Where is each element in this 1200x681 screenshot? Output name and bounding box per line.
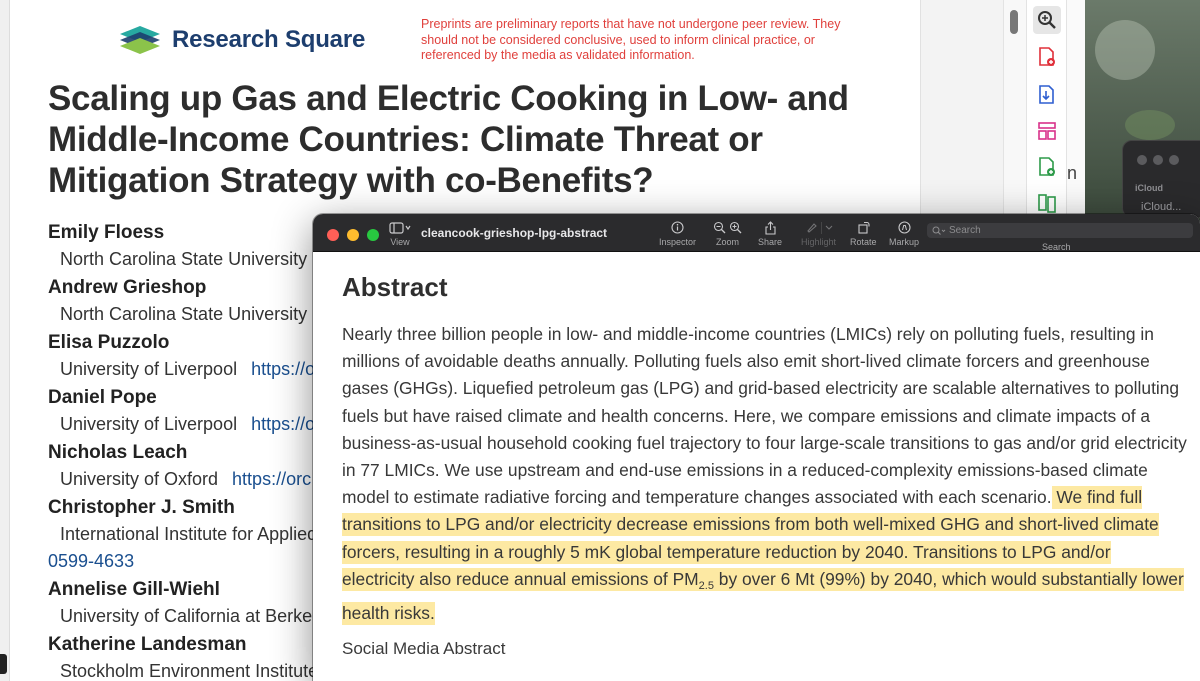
paper-title: Scaling up Gas and Electric Cooking in L… [48,79,849,200]
view-label: View [390,237,410,247]
search-label: Search [1042,242,1071,252]
organize-pages-tool[interactable] [1036,120,1058,142]
fullscreen-button[interactable] [367,229,379,241]
inspector-button[interactable]: Inspector [659,219,696,247]
author-affiliation-row: University of Oxford https://orc [60,469,311,490]
author-affiliation: University of Liverpool [60,414,238,434]
minimize-dot[interactable] [1153,155,1163,165]
minimize-button[interactable] [347,229,359,241]
search-input[interactable] [949,225,1179,236]
close-dot[interactable] [1137,155,1147,165]
author-affiliation: International Institute for Applied [60,524,318,544]
page-edge [0,0,10,681]
orcid-link[interactable]: https://o [251,414,315,434]
preview-window: View cleancook-grieshop-lpg-abstract Ins… [313,214,1200,681]
zoom-search-tool[interactable] [1033,6,1061,34]
compare-icon [1038,194,1056,213]
logo-text: Research Square [172,26,366,53]
zoom-label: Zoom [715,237,739,247]
share-icon [764,220,776,235]
traffic-lights [327,229,379,241]
author-affiliation: North Carolina State University [60,249,308,269]
zoom-dot[interactable] [1169,155,1179,165]
icloud-window[interactable]: iCloud iCloud... [1122,140,1200,218]
highlight-label: Highlight [801,237,837,247]
search-field[interactable] [927,223,1193,238]
icloud-item[interactable]: iCloud... [1141,201,1181,213]
highlight-button[interactable]: Highlight [801,219,836,247]
compare-tool[interactable] [1036,192,1058,214]
orcid-link[interactable]: 0599-4633 [48,551,134,572]
inspector-label: Inspector [659,237,697,247]
author-name: Annelise Gill-Wiehl [48,579,220,600]
abstract-text: Nearly three billion people in low- and … [342,324,1187,508]
author-name: Nicholas Leach [48,442,188,463]
edit-pdf-icon [1039,157,1055,176]
edit-pdf-tool[interactable] [1036,156,1058,178]
zoom-in-icon [729,221,742,234]
rotate-icon [858,221,870,234]
abstract-paragraph: Nearly three billion people in low- and … [342,321,1187,627]
research-square-logo: Research Square [118,24,365,56]
author-affiliation: North Carolina State University [60,304,308,324]
author-name: Elisa Puzzolo [48,332,170,353]
magnifier-icon [1038,11,1056,29]
close-button[interactable] [327,229,339,241]
research-square-logo-icon [120,26,160,54]
abstract-heading: Abstract [342,272,448,302]
author-affiliation: University of California at Berkel [60,606,317,626]
author-affiliation: University of Liverpool [60,359,238,379]
markup-pen-icon [897,221,911,234]
info-icon [671,221,684,234]
chevron-down-icon [825,225,832,230]
orcid-link[interactable]: https://o [251,359,315,379]
share-label: Share [758,237,783,247]
view-button[interactable]: View [389,219,411,247]
create-pdf-tool[interactable] [1036,46,1058,68]
share-button[interactable]: Share [758,219,782,247]
sidebar-icon [389,221,411,234]
search-icon [932,226,946,235]
truncated-text: n [1067,163,1078,183]
zoom-button[interactable]: Zoom [713,219,742,247]
window-controls [1137,155,1179,165]
zoom-out-icon [713,221,726,234]
rotate-button[interactable]: Rotate [850,219,877,247]
window-edge-marker [0,654,7,674]
markup-button[interactable]: Markup [889,219,919,247]
author-affiliation: University of Oxford [60,469,219,489]
document-content: Abstract Nearly three billion people in … [313,252,1200,681]
author-affiliation-row: University of Liverpool https://o [60,359,315,380]
author-affiliation: Stockholm Environment Institute [60,661,319,681]
pm-subscript: 2.5 [698,579,714,592]
orcid-link[interactable]: https://orc [232,469,311,489]
social-media-abstract-heading: Social Media Abstract [342,639,506,658]
icloud-heading: iCloud [1135,183,1163,193]
preview-toolbar: View cleancook-grieshop-lpg-abstract Ins… [313,214,1200,252]
author-name: Katherine Landesman [48,634,247,655]
export-icon [1039,85,1054,104]
organize-icon [1038,122,1056,140]
highlighter-icon [806,223,817,233]
scrollbar-thumb[interactable] [1010,10,1018,34]
author-name: Emily Floess [48,222,165,243]
author-name: Andrew Grieshop [48,277,207,298]
author-affiliation-row: University of Liverpool https://o [60,414,315,435]
markup-label: Markup [889,237,920,247]
pdf-add-icon [1039,47,1055,66]
author-name: Christopher J. Smith [48,497,235,518]
export-pdf-tool[interactable] [1036,84,1058,106]
document-title: cleancook-grieshop-lpg-abstract [421,226,608,240]
author-name: Daniel Pope [48,387,157,408]
rotate-label: Rotate [850,237,877,247]
preprint-notice: Preprints are preliminary reports that h… [421,17,841,62]
